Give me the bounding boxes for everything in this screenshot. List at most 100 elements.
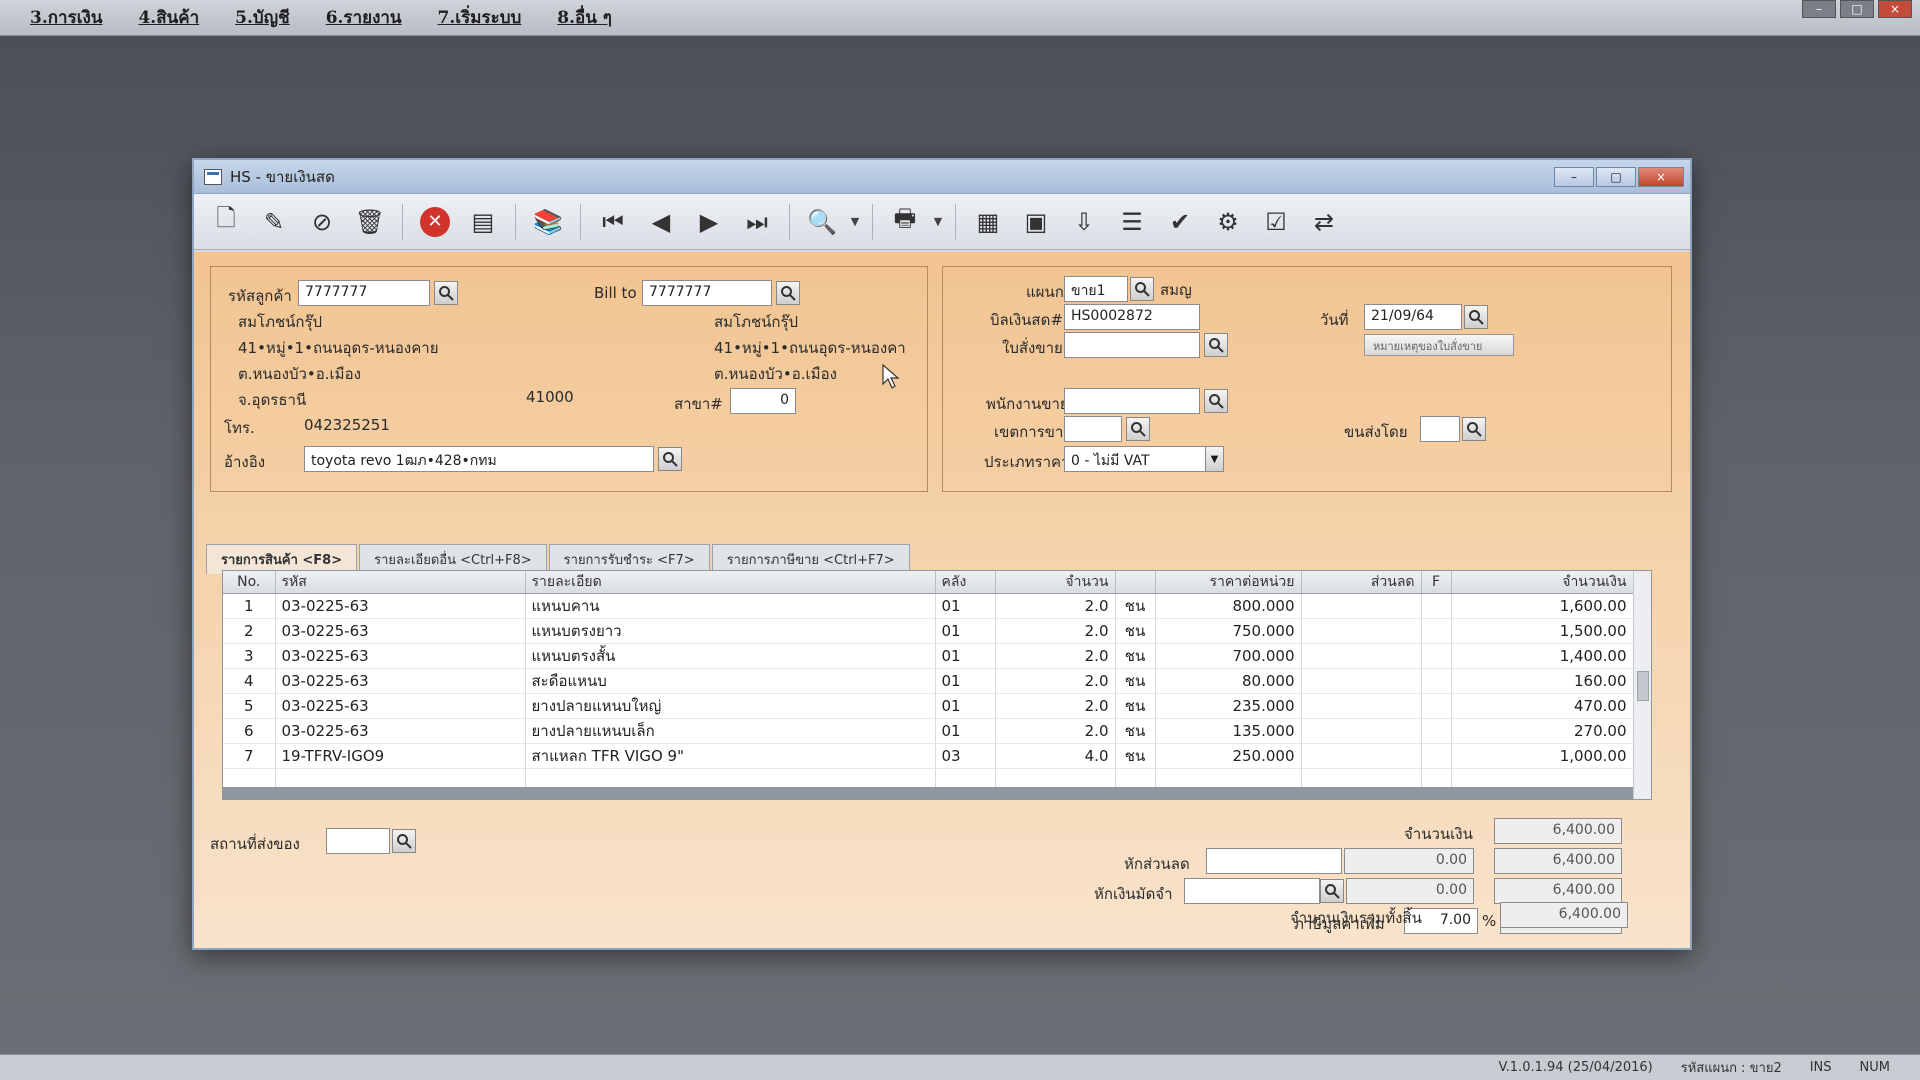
cell-unit[interactable]: ชน: [1115, 643, 1156, 669]
bill-to-search-icon[interactable]: [776, 281, 800, 305]
sales-area-search-icon[interactable]: [1126, 417, 1150, 441]
cell-f[interactable]: [1421, 618, 1452, 644]
find-dropdown-icon[interactable]: ▼: [848, 215, 862, 228]
sales-area-field[interactable]: [1064, 416, 1122, 442]
reference-search-icon[interactable]: [658, 447, 682, 471]
col-header-discount[interactable]: ส่วนลด: [1301, 571, 1422, 594]
cell-f[interactable]: [1421, 643, 1452, 669]
cell-no[interactable]: 4: [223, 668, 276, 694]
cell-description[interactable]: แหนบตรงยาว: [525, 618, 936, 644]
cell-amount[interactable]: 1,000.00: [1451, 743, 1634, 769]
menu-others[interactable]: 8.อื่น ๆ: [557, 4, 612, 31]
cell-amount[interactable]: 160.00: [1451, 668, 1634, 694]
cell-quantity[interactable]: 2.0: [995, 593, 1116, 619]
table-row[interactable]: 3 03-0225-63 แหนบตรงสั้น 01 2.0 ชน 700.000 1,40…: [223, 643, 1634, 669]
cell-warehouse[interactable]: 01: [935, 593, 996, 619]
cell-no[interactable]: 5: [223, 693, 276, 719]
deposit-search-icon[interactable]: [1320, 879, 1344, 903]
col-header-unit[interactable]: [1115, 571, 1156, 594]
table-row[interactable]: 5 03-0225-63 ยางปลายแหนบใหญ่ 01 2.0 ชน 235.000…: [223, 693, 1634, 719]
date-field[interactable]: 21/09/64: [1364, 304, 1462, 330]
print-dropdown-icon[interactable]: ▼: [931, 215, 945, 228]
cell-amount[interactable]: 1,600.00: [1451, 593, 1634, 619]
cell-warehouse[interactable]: 01: [935, 718, 996, 744]
delete-bin-icon[interactable]: 🗑: [348, 200, 392, 244]
menu-accounts[interactable]: 5.บัญชี: [235, 4, 290, 31]
cell-unit[interactable]: ชน: [1115, 593, 1156, 619]
table-row[interactable]: 1 03-0225-63 แหนบคาน 01 2.0 ชน 800.000 1,600.00: [223, 593, 1634, 619]
cell-unit[interactable]: ชน: [1115, 718, 1156, 744]
menu-finance[interactable]: 3.การเงิน: [30, 4, 102, 31]
import-icon[interactable]: ⇩: [1062, 200, 1106, 244]
new-document-icon[interactable]: 🗋: [204, 200, 248, 244]
cell-code[interactable]: 03-0225-63: [275, 693, 526, 719]
ok-icon[interactable]: ☑: [1254, 200, 1298, 244]
print-icon[interactable]: 🖶: [883, 200, 927, 244]
cell-f[interactable]: [1421, 593, 1452, 619]
cell-code[interactable]: 03-0225-63: [275, 643, 526, 669]
stop-icon[interactable]: ✕: [413, 200, 457, 244]
col-header-code[interactable]: รหัส: [275, 571, 526, 594]
ship-place-field[interactable]: [326, 828, 390, 854]
cell-f[interactable]: [1421, 743, 1452, 769]
col-header-amount[interactable]: จำนวนเงิน: [1451, 571, 1634, 594]
cell-quantity[interactable]: 2.0: [995, 668, 1116, 694]
cell-quantity[interactable]: 2.0: [995, 643, 1116, 669]
cell-quantity[interactable]: 4.0: [995, 743, 1116, 769]
cell-warehouse[interactable]: 01: [935, 668, 996, 694]
branch-field[interactable]: 0: [730, 388, 796, 414]
cell-unit[interactable]: ชน: [1115, 743, 1156, 769]
cell-quantity[interactable]: 2.0: [995, 718, 1116, 744]
cell-unit-price[interactable]: 700.000: [1155, 643, 1302, 669]
cell-description[interactable]: แหนบตรงสั้น: [525, 643, 936, 669]
first-record-icon[interactable]: ⏮: [591, 200, 635, 244]
cell-discount[interactable]: [1301, 743, 1422, 769]
department-field[interactable]: ขาย1: [1064, 276, 1128, 302]
cell-f[interactable]: [1421, 693, 1452, 719]
tools-icon[interactable]: ⚙: [1206, 200, 1250, 244]
cell-quantity[interactable]: 2.0: [995, 618, 1116, 644]
network-icon[interactable]: ⇄: [1302, 200, 1346, 244]
shipping-search-icon[interactable]: [1462, 417, 1486, 441]
app-minimize-button[interactable]: –: [1802, 0, 1836, 18]
cell-no[interactable]: 6: [223, 718, 276, 744]
bill-to-field[interactable]: 7777777: [642, 280, 772, 306]
cell-amount[interactable]: 1,500.00: [1451, 618, 1634, 644]
app-close-button[interactable]: ×: [1878, 0, 1912, 18]
cell-amount[interactable]: 270.00: [1451, 718, 1634, 744]
cell-unit-price[interactable]: 800.000: [1155, 593, 1302, 619]
scrollbar-thumb[interactable]: [1637, 671, 1649, 701]
document-list-icon[interactable]: ☰: [1110, 200, 1154, 244]
cell-amount[interactable]: 470.00: [1451, 693, 1634, 719]
cell-quantity[interactable]: 2.0: [995, 693, 1116, 719]
cell-warehouse[interactable]: 03: [935, 743, 996, 769]
save-icon[interactable]: ▤: [461, 200, 505, 244]
table-row[interactable]: 7 19-TFRV-IGO9 สาแหลก TFR VIGO 9" 03 4.0 ชน 25…: [223, 743, 1634, 769]
grid-vertical-scrollbar[interactable]: [1633, 571, 1651, 799]
close-button[interactable]: ×: [1638, 166, 1684, 187]
cell-code[interactable]: 03-0225-63: [275, 718, 526, 744]
discount-input[interactable]: [1206, 848, 1342, 874]
cell-unit-price[interactable]: 80.000: [1155, 668, 1302, 694]
price-type-select[interactable]: 0 - ไม่มี VAT: [1064, 446, 1224, 472]
price-type-dropdown-icon[interactable]: ▼: [1205, 447, 1223, 471]
col-header-warehouse[interactable]: คลัง: [935, 571, 996, 594]
cell-unit-price[interactable]: 135.000: [1155, 718, 1302, 744]
maximize-button[interactable]: □: [1596, 166, 1636, 187]
cell-unit-price[interactable]: 750.000: [1155, 618, 1302, 644]
salesperson-field[interactable]: [1064, 388, 1200, 414]
cell-code[interactable]: 03-0225-63: [275, 593, 526, 619]
app-maximize-button[interactable]: □: [1840, 0, 1874, 18]
col-header-no[interactable]: No.: [223, 571, 276, 594]
salesperson-search-icon[interactable]: [1204, 389, 1228, 413]
cell-unit-price[interactable]: 235.000: [1155, 693, 1302, 719]
cell-description[interactable]: แหนบคาน: [525, 593, 936, 619]
cell-description[interactable]: ยางปลายแหนบเล็ก: [525, 718, 936, 744]
cell-description[interactable]: ยางปลายแหนบใหญ่: [525, 693, 936, 719]
cell-discount[interactable]: [1301, 593, 1422, 619]
cash-bill-field[interactable]: HS0002872: [1064, 304, 1200, 330]
cell-discount[interactable]: [1301, 693, 1422, 719]
customer-search-icon[interactable]: [434, 281, 458, 305]
cell-discount[interactable]: [1301, 668, 1422, 694]
cell-description[interactable]: สาแหลก TFR VIGO 9": [525, 743, 936, 769]
